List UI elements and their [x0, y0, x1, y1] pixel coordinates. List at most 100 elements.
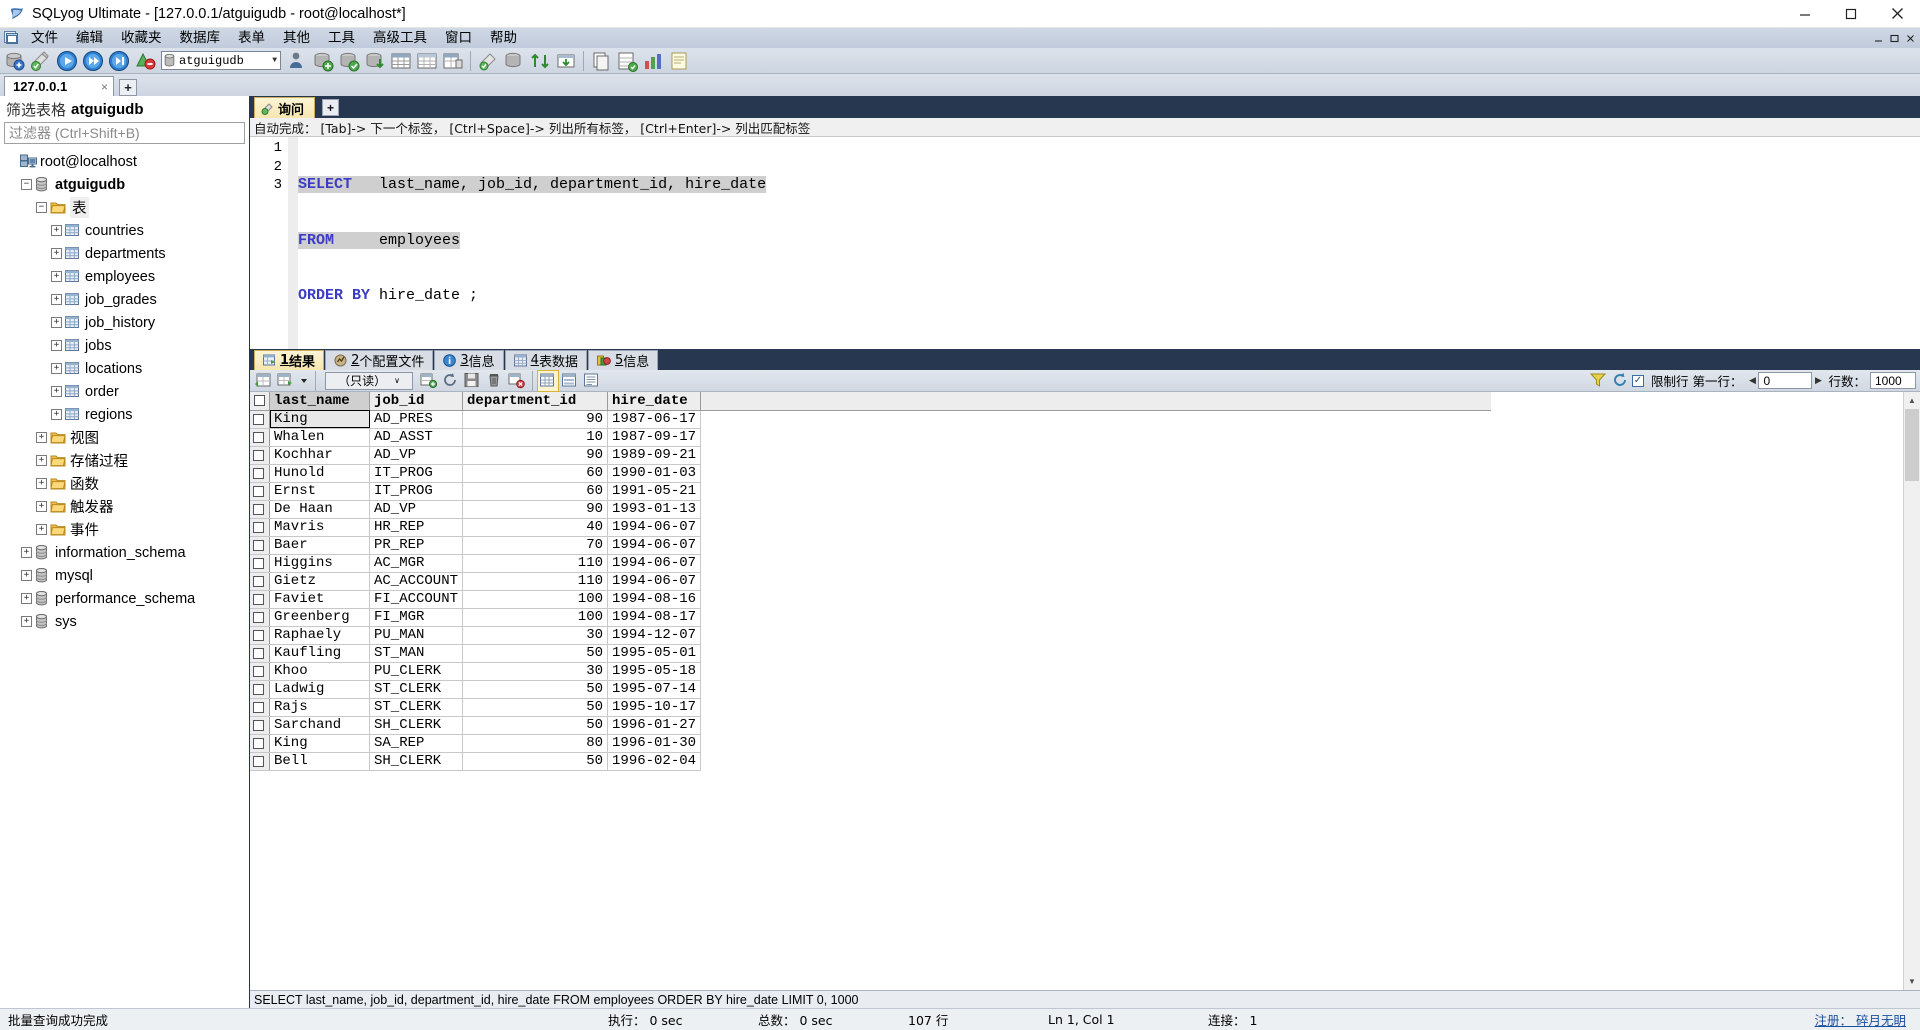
tree-item-atguigudb[interactable]: − atguigudb	[0, 173, 249, 196]
table-row[interactable]: Khoo PU_CLERK 30 1995-05-18	[250, 662, 1491, 681]
query-builder-icon[interactable]	[476, 49, 500, 73]
cell-hire_date[interactable]: 1994-06-07	[607, 572, 702, 591]
row-checkbox[interactable]	[253, 701, 264, 713]
tree-expander-icon[interactable]: +	[51, 225, 62, 236]
row-checkbox-cell[interactable]	[250, 446, 270, 465]
scroll-up-button[interactable]: ▲	[1904, 392, 1920, 409]
column-header-last_name[interactable]: last_name	[269, 392, 370, 411]
tree-item-jobs[interactable]: + jobs	[0, 334, 249, 357]
import-external-data-icon[interactable]	[554, 49, 578, 73]
cell-last_name[interactable]: Higgins	[269, 554, 370, 573]
filter-icon[interactable]	[1589, 371, 1609, 391]
cell-job_id[interactable]: AD_ASST	[369, 428, 464, 447]
cell-last_name[interactable]: Kochhar	[269, 446, 370, 465]
menu-item-help[interactable]: 帮助	[481, 28, 526, 48]
scroll-thumb[interactable]	[1905, 409, 1919, 481]
connection-tab[interactable]: 127.0.0.1 ×	[4, 76, 114, 96]
tree-item-[interactable]: + 视图	[0, 426, 249, 449]
cell-last_name[interactable]: Rajs	[269, 698, 370, 717]
chart-icon[interactable]	[641, 49, 665, 73]
status-register-link[interactable]: 注册： 碎月无眀	[1807, 1010, 1914, 1029]
table-row[interactable]: Raphaely PU_MAN 30 1994-12-07	[250, 626, 1491, 645]
cell-department_id[interactable]: 10	[462, 428, 609, 447]
table-row[interactable]: Kochhar AD_VP 90 1989-09-21	[250, 446, 1491, 465]
cell-department_id[interactable]: 100	[462, 590, 609, 609]
row-checkbox-cell[interactable]	[250, 608, 270, 627]
cell-last_name[interactable]: De Haan	[269, 500, 370, 519]
cell-job_id[interactable]: ST_CLERK	[369, 698, 464, 717]
tree-item-performance_schema[interactable]: + performance_schema	[0, 587, 249, 610]
results-tab-2[interactable]: 2 个配置文件	[325, 350, 434, 370]
cell-hire_date[interactable]: 1996-02-04	[607, 752, 702, 771]
cell-last_name[interactable]: Khoo	[269, 662, 370, 681]
column-header-job_id[interactable]: job_id	[369, 392, 464, 411]
row-checkbox[interactable]	[253, 593, 264, 605]
tree-item-regions[interactable]: + regions	[0, 403, 249, 426]
edit-mode-select[interactable]: （只读） ∨	[325, 371, 413, 390]
row-checkbox-cell[interactable]	[250, 662, 270, 681]
cell-hire_date[interactable]: 1989-09-21	[607, 446, 702, 465]
tree-expander-icon[interactable]: +	[36, 455, 47, 466]
execute-query-icon[interactable]	[55, 49, 79, 73]
select-all-checkbox-cell[interactable]	[250, 392, 270, 411]
tree-expander-icon[interactable]: −	[36, 202, 47, 213]
select-all-checkbox[interactable]	[254, 395, 265, 407]
row-checkbox[interactable]	[253, 629, 264, 641]
table-row[interactable]: King AD_PRES 90 1987-06-17	[250, 410, 1491, 429]
table-row[interactable]: Higgins AC_MGR 110 1994-06-07	[250, 554, 1491, 573]
table-diagnostics-icon[interactable]	[441, 49, 465, 73]
tree-expander-icon[interactable]: +	[51, 340, 62, 351]
execute-all-queries-icon[interactable]	[81, 49, 105, 73]
cell-department_id[interactable]: 90	[462, 446, 609, 465]
row-checkbox-cell[interactable]	[250, 572, 270, 591]
maximize-button[interactable]	[1828, 0, 1874, 28]
cell-job_id[interactable]: AD_PRES	[369, 410, 464, 429]
menu-item-tools[interactable]: 工具	[319, 28, 364, 48]
row-checkbox[interactable]	[253, 665, 264, 677]
cell-hire_date[interactable]: 1994-08-16	[607, 590, 702, 609]
row-checkbox[interactable]	[253, 611, 264, 623]
offset-input[interactable]: 0	[1758, 372, 1813, 389]
row-checkbox-cell[interactable]	[250, 518, 270, 537]
cell-job_id[interactable]: SH_CLERK	[369, 716, 464, 735]
cell-job_id[interactable]: FI_MGR	[369, 608, 464, 627]
cell-hire_date[interactable]: 1995-05-01	[607, 644, 702, 663]
user-manager-icon[interactable]	[285, 49, 309, 73]
cell-hire_date[interactable]: 1987-09-17	[607, 428, 702, 447]
cell-department_id[interactable]: 60	[462, 482, 609, 501]
insert-row-icon[interactable]	[419, 371, 439, 391]
cell-department_id[interactable]: 100	[462, 608, 609, 627]
cell-job_id[interactable]: IT_PROG	[369, 464, 464, 483]
refresh-object-browser-icon[interactable]	[29, 49, 53, 73]
cell-last_name[interactable]: Gietz	[269, 572, 370, 591]
add-query-tab-button[interactable]: +	[322, 99, 340, 116]
cell-department_id[interactable]: 40	[462, 518, 609, 537]
cell-last_name[interactable]: Whalen	[269, 428, 370, 447]
close-button[interactable]	[1874, 0, 1920, 28]
table-row[interactable]: Bell SH_CLERK 50 1996-02-04	[250, 752, 1491, 771]
cell-job_id[interactable]: AC_MGR	[369, 554, 464, 573]
rows-limit-input[interactable]: 1000	[1870, 372, 1916, 389]
menu-item-file[interactable]: 文件	[22, 28, 67, 48]
row-checkbox[interactable]	[253, 413, 264, 425]
cell-last_name[interactable]: Kaufling	[269, 644, 370, 663]
row-checkbox-cell[interactable]	[250, 482, 270, 501]
cell-job_id[interactable]: PR_REP	[369, 536, 464, 555]
results-tab-4[interactable]: 4 表数据	[504, 350, 587, 370]
row-checkbox[interactable]	[253, 719, 264, 731]
tree-item-departments[interactable]: + departments	[0, 242, 249, 265]
cell-job_id[interactable]: ST_MAN	[369, 644, 464, 663]
export-csv-icon[interactable]	[615, 49, 639, 73]
backup-database-icon[interactable]	[311, 49, 335, 73]
table-row[interactable]: Whalen AD_ASST 10 1987-09-17	[250, 428, 1491, 447]
table-row[interactable]: Rajs ST_CLERK 50 1995-10-17	[250, 698, 1491, 717]
discard-changes-icon[interactable]	[507, 371, 527, 391]
row-checkbox-cell[interactable]	[250, 626, 270, 645]
tree-item-[interactable]: + 存储过程	[0, 449, 249, 472]
column-header-hire_date[interactable]: hire_date	[607, 392, 702, 411]
mdi-minimize-button[interactable]	[1870, 29, 1886, 47]
table-row[interactable]: De Haan AD_VP 90 1993-01-13	[250, 500, 1491, 519]
cell-department_id[interactable]: 90	[462, 500, 609, 519]
cell-hire_date[interactable]: 1996-01-30	[607, 734, 702, 753]
cell-hire_date[interactable]: 1994-12-07	[607, 626, 702, 645]
